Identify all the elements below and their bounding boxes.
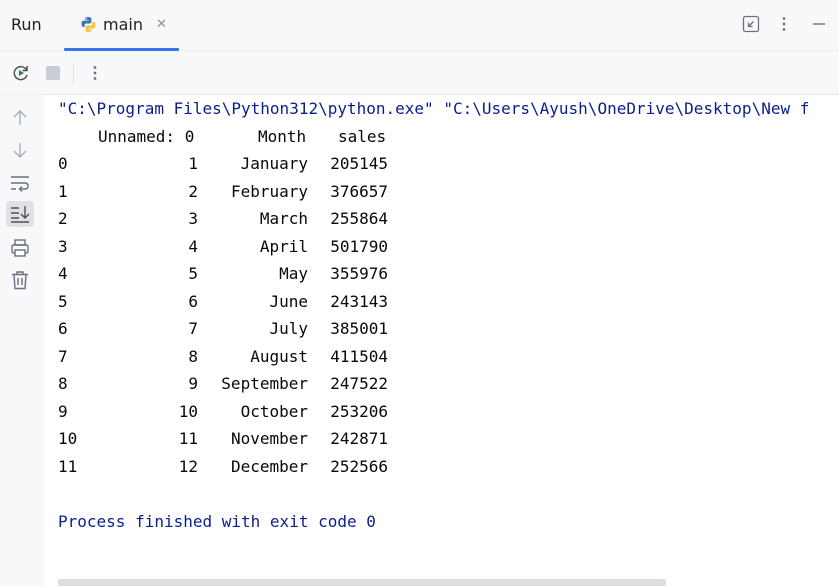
- month-cell: October: [240, 401, 308, 421]
- month-cell: November: [230, 429, 308, 448]
- sales-cell: 355976: [330, 264, 388, 283]
- sales-cell: 385001: [330, 319, 388, 338]
- row-index: 10: [58, 429, 78, 448]
- month-cell: August: [250, 346, 308, 366]
- month-cell: May: [279, 264, 308, 283]
- unnamed-cell: 4: [188, 236, 198, 256]
- row-index: 3: [58, 236, 68, 256]
- console-side-toolbar: [0, 95, 44, 586]
- row-index: 6: [58, 319, 68, 338]
- month-cell: January: [240, 154, 308, 173]
- sales-cell: 376657: [330, 181, 388, 201]
- column-header-sales: sales: [338, 127, 387, 146]
- sales-cell: 501790: [330, 236, 388, 256]
- tab-main[interactable]: main ✕: [64, 0, 179, 51]
- run-toolbar: [0, 51, 839, 95]
- row-index: 0: [58, 154, 68, 173]
- row-index: 4: [58, 264, 68, 283]
- row-index: 11: [58, 456, 78, 476]
- tab-label: main: [103, 15, 143, 34]
- minimize-icon[interactable]: [810, 15, 828, 33]
- row-index: 1: [58, 181, 68, 201]
- unnamed-cell: 2: [188, 181, 198, 201]
- sales-cell: 253206: [330, 401, 388, 421]
- column-header-month: Month: [258, 127, 307, 146]
- restore-window-icon[interactable]: [742, 15, 760, 33]
- month-cell: February: [230, 181, 308, 201]
- month-cell: December: [230, 456, 308, 476]
- tool-window-header: Run main ✕: [0, 0, 839, 51]
- toolbar-separator: [73, 63, 74, 85]
- unnamed-cell: 6: [188, 291, 198, 311]
- sales-cell: 247522: [330, 374, 388, 393]
- unnamed-cell: 1: [188, 154, 198, 173]
- sales-cell: 205145: [330, 154, 388, 173]
- more-options-icon[interactable]: [775, 15, 793, 33]
- soft-wrap-icon[interactable]: [9, 172, 31, 194]
- unnamed-cell: 3: [188, 209, 198, 228]
- row-index: 9: [58, 401, 68, 421]
- unnamed-cell: 10: [178, 401, 198, 421]
- python-icon: [80, 16, 97, 33]
- row-index: 8: [58, 374, 68, 393]
- column-header-unnamed: Unnamed: 0: [98, 127, 195, 146]
- unnamed-cell: 5: [188, 264, 198, 283]
- unnamed-cell: 8: [188, 346, 198, 366]
- month-cell: April: [259, 236, 308, 256]
- exit-message: Process finished with exit code 0: [58, 512, 376, 531]
- console-output[interactable]: "C:\Program Files\Python312\python.exe" …: [44, 95, 839, 586]
- unnamed-cell: 7: [188, 319, 198, 338]
- down-arrow-icon[interactable]: [9, 139, 31, 161]
- unnamed-cell: 12: [178, 456, 198, 476]
- close-tab-icon[interactable]: ✕: [156, 18, 167, 31]
- unnamed-cell: 11: [178, 429, 198, 448]
- scroll-to-end-icon[interactable]: [6, 201, 34, 227]
- month-cell: September: [221, 374, 308, 393]
- command-line: "C:\Program Files\Python312\python.exe" …: [58, 99, 810, 118]
- sales-cell: 252566: [330, 456, 388, 476]
- row-index: 7: [58, 346, 68, 366]
- more-actions-icon[interactable]: [86, 64, 104, 86]
- row-index: 2: [58, 209, 68, 228]
- unnamed-cell: 9: [188, 374, 198, 393]
- row-index: 5: [58, 291, 68, 311]
- sales-cell: 242871: [330, 429, 388, 448]
- sales-cell: 243143: [330, 291, 388, 311]
- horizontal-scrollbar[interactable]: [58, 579, 666, 586]
- month-cell: July: [269, 319, 308, 338]
- month-cell: March: [259, 209, 308, 228]
- stop-icon[interactable]: [45, 65, 61, 85]
- trash-icon[interactable]: [9, 269, 31, 291]
- sales-cell: 255864: [330, 209, 388, 228]
- month-cell: June: [269, 291, 308, 311]
- up-arrow-icon[interactable]: [9, 107, 31, 129]
- rerun-icon[interactable]: [11, 63, 31, 87]
- print-icon[interactable]: [9, 237, 31, 259]
- run-window-title: Run: [11, 15, 42, 34]
- sales-cell: 411504: [330, 346, 388, 366]
